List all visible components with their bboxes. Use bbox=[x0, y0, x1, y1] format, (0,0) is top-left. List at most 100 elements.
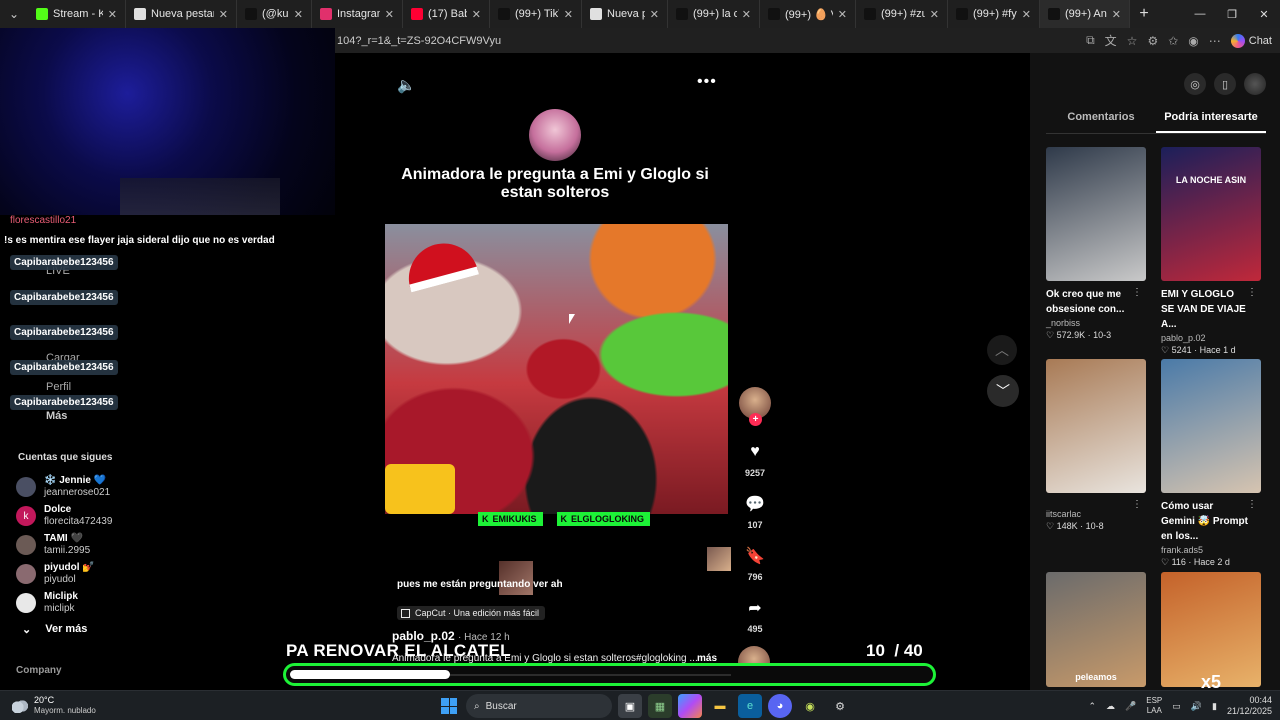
tab-close-icon[interactable]: ✕ bbox=[930, 8, 939, 21]
user-avatar[interactable] bbox=[1244, 73, 1266, 95]
see-more-button[interactable]: ⌄ Ver más bbox=[22, 623, 87, 636]
browser-tab[interactable]: (99+) la cancion ✕ bbox=[668, 0, 760, 28]
tab-close-icon[interactable]: ✕ bbox=[108, 8, 117, 21]
card-author[interactable]: _norbiss bbox=[1046, 318, 1146, 328]
app-icon[interactable]: ◉ bbox=[798, 694, 822, 718]
tab-close-icon[interactable]: ✕ bbox=[1022, 8, 1031, 21]
tab-close-icon[interactable]: ✕ bbox=[1112, 8, 1121, 21]
more-options-icon[interactable]: ••• bbox=[697, 73, 717, 91]
discord-icon[interactable]: ◕ bbox=[768, 694, 792, 718]
capcut-badge[interactable]: CapCut · Una edición más fácil bbox=[397, 606, 546, 620]
close-window-icon[interactable]: ✕ bbox=[1248, 0, 1280, 28]
account-avatar[interactable] bbox=[16, 477, 36, 497]
browser-tab[interactable]: (99+) 🥚 Ve al v ✕ bbox=[760, 0, 856, 28]
cloud-sync-icon[interactable]: ☁ bbox=[1106, 701, 1115, 712]
tab-close-icon[interactable]: ✕ bbox=[219, 8, 228, 21]
followed-account[interactable]: TAMI 🖤 tamii.2995 bbox=[16, 531, 90, 559]
card-more-icon[interactable]: ⋮ bbox=[1132, 287, 1142, 298]
save-action[interactable]: 🔖 796 bbox=[738, 543, 772, 582]
account-avatar[interactable]: k bbox=[16, 506, 36, 526]
follow-plus-icon[interactable]: + bbox=[749, 413, 762, 426]
address-bar[interactable]: 104?_r=1&_t=ZS-92O4CFW9Vyu ⧉ 文 ☆ ⚙ ✩ ◉ ⋯… bbox=[335, 28, 1280, 53]
monitor-icon[interactable]: ▭ bbox=[1172, 701, 1181, 712]
tab-close-icon[interactable]: ✕ bbox=[294, 8, 303, 21]
heart-icon[interactable]: ♥ bbox=[742, 439, 768, 465]
browser-tab[interactable]: (17) Baby R ✕ bbox=[403, 0, 490, 28]
tab-comments[interactable]: Comentarios bbox=[1046, 109, 1156, 133]
browser-tab[interactable]: (99+) TikTok - M ✕ bbox=[490, 0, 582, 28]
previous-video-button[interactable]: ︿ bbox=[987, 335, 1017, 365]
video-thumbnail[interactable]: peleamos bbox=[1046, 572, 1146, 687]
stream-video-overlay[interactable] bbox=[0, 28, 335, 215]
card-more-icon[interactable]: ⋮ bbox=[1132, 499, 1142, 510]
tab-close-icon[interactable]: ✕ bbox=[650, 8, 659, 21]
recommended-video-card[interactable]: peleamos bbox=[1046, 572, 1146, 687]
next-video-button[interactable]: ﹀ bbox=[987, 375, 1019, 407]
followed-account[interactable]: k Dolce florecita472439 bbox=[16, 502, 112, 530]
nav-more[interactable]: Más bbox=[46, 410, 67, 422]
weather-widget[interactable]: 20°C Mayorm. nublado bbox=[12, 695, 96, 716]
comment-action[interactable]: 💬 107 bbox=[738, 491, 772, 530]
card-more-icon[interactable]: ⋮ bbox=[1247, 287, 1257, 298]
comment-icon[interactable]: 💬 bbox=[742, 491, 768, 517]
tab-list-chevron-icon[interactable]: ⌄ bbox=[0, 7, 28, 21]
task-view-icon[interactable]: ▣ bbox=[618, 694, 642, 718]
profile-icon[interactable]: ◉ bbox=[1188, 34, 1198, 48]
card-author[interactable]: iitscarlac bbox=[1046, 509, 1146, 519]
store-icon[interactable]: ▦ bbox=[648, 694, 672, 718]
tab-close-icon[interactable]: ✕ bbox=[385, 8, 394, 21]
followed-account[interactable]: ❄️ Jennie 💙 jeannerose021 bbox=[16, 473, 110, 501]
video-thumbnail[interactable] bbox=[1161, 359, 1261, 493]
menu-dots-icon[interactable]: ⋯ bbox=[1209, 34, 1221, 48]
card-author[interactable]: frank.ads5 bbox=[1161, 545, 1261, 555]
microphone-icon[interactable]: 🎤 bbox=[1125, 701, 1136, 712]
clock[interactable]: 00:44 21/12/2025 bbox=[1227, 695, 1272, 717]
copilot-chat-button[interactable]: Chat bbox=[1230, 33, 1272, 48]
tab-close-icon[interactable]: ✕ bbox=[472, 8, 481, 21]
new-tab-button[interactable]: + bbox=[1130, 5, 1158, 23]
windows-start-icon[interactable] bbox=[438, 695, 460, 717]
browser-tab[interactable]: (@kuki_mia ✕ bbox=[237, 0, 312, 28]
tab-close-icon[interactable]: ✕ bbox=[838, 8, 847, 21]
browser-tab[interactable]: Nueva pestaña ✕ bbox=[582, 0, 668, 28]
open-external-icon[interactable]: ⧉ bbox=[1086, 33, 1095, 48]
browser-tab[interactable]: (99+) Anim ✕ bbox=[1040, 0, 1130, 28]
url-text[interactable]: 104?_r=1&_t=ZS-92O4CFW9Vyu bbox=[337, 35, 501, 47]
tab-recommended[interactable]: Podría interesarte bbox=[1156, 109, 1266, 133]
card-author[interactable]: pablo_p.02 bbox=[1161, 333, 1261, 343]
browser-tab[interactable]: (99+) #zully #n ✕ bbox=[856, 0, 948, 28]
music-thumbnail[interactable] bbox=[707, 547, 731, 571]
favorites-icon[interactable]: ✩ bbox=[1168, 34, 1178, 48]
restore-icon[interactable]: ❐ bbox=[1216, 0, 1248, 28]
followed-account[interactable]: Miclipk miclipk bbox=[16, 589, 78, 617]
speaker-icon[interactable]: 🔊 bbox=[1191, 701, 1202, 712]
video-thumbnail[interactable]: LA NOCHE ASIN bbox=[1161, 147, 1261, 281]
account-avatar[interactable] bbox=[16, 564, 36, 584]
battery-icon[interactable]: ▮ bbox=[1212, 701, 1217, 712]
account-avatar[interactable] bbox=[16, 535, 36, 555]
browser-tab[interactable]: Instagram ✕ bbox=[312, 0, 403, 28]
share-action[interactable]: ➦ 495 bbox=[738, 595, 772, 634]
edge-icon[interactable]: e bbox=[738, 694, 762, 718]
video-thumbnail[interactable] bbox=[1046, 359, 1146, 493]
tab-close-icon[interactable]: ✕ bbox=[742, 8, 751, 21]
browser-tab[interactable]: Stream - Kick D ✕ bbox=[28, 0, 126, 28]
language-indicator[interactable]: ESP LAA bbox=[1146, 696, 1162, 716]
recommended-video-card[interactable]: ⋮ Ok creo que me obsesione con... _norbiss… bbox=[1046, 147, 1146, 341]
copilot-app-icon[interactable] bbox=[678, 694, 702, 718]
recommended-video-card[interactable]: x5 bbox=[1161, 572, 1261, 692]
bookmark-icon[interactable]: 🔖 bbox=[742, 543, 768, 569]
nav-profile[interactable]: Perfil bbox=[46, 381, 71, 393]
browser-tab[interactable]: Nueva pestaña ✕ bbox=[126, 0, 237, 28]
extensions-icon[interactable]: ⚙ bbox=[1147, 34, 1158, 48]
video-frame[interactable] bbox=[385, 224, 728, 514]
recommended-video-card[interactable]: ⋮ iitscarlac ♡ 148K · 10-8 bbox=[1046, 359, 1146, 532]
device-icon[interactable]: ▯ bbox=[1214, 73, 1236, 95]
author-avatar[interactable]: + bbox=[739, 387, 771, 426]
company-link[interactable]: Company bbox=[16, 665, 62, 676]
tray-chevron-icon[interactable]: ⌃ bbox=[1088, 701, 1096, 712]
coin-icon[interactable]: ◎ bbox=[1184, 73, 1206, 95]
translate-icon[interactable]: 文 bbox=[1105, 32, 1117, 49]
followed-account[interactable]: piyudol 💅 piyudol bbox=[16, 560, 95, 588]
like-action[interactable]: ♥ 9257 bbox=[738, 439, 772, 478]
